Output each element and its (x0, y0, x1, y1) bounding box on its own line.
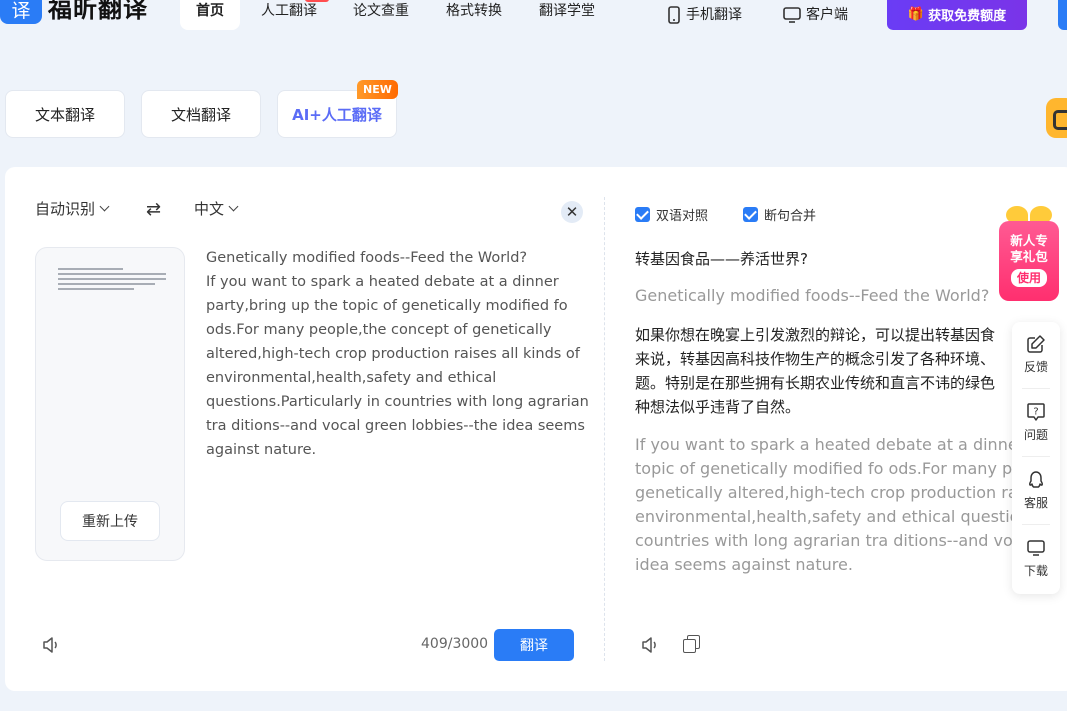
source-line: altered,high-tech crop production raises… (206, 346, 580, 362)
new-user-gift-widget[interactable]: 新人专 享礼包 使用 (999, 206, 1059, 301)
chevron-down-icon (99, 201, 110, 212)
new-badge: NEW (357, 80, 398, 99)
get-free-quota-button[interactable]: 🎁 获取免费额度 (887, 0, 1027, 30)
nav-home[interactable]: 首页 (180, 0, 240, 30)
feedback-button[interactable]: 反馈 (1012, 324, 1060, 384)
target-language-select[interactable]: 中文 (194, 198, 239, 219)
faq-button[interactable]: ? 问题 (1012, 392, 1060, 452)
output-line-en: environmental,health,safety and ethical … (635, 507, 1038, 526)
logo-text: 福昕翻译 (48, 0, 148, 23)
output-title-cn: 转基因食品——养活世界? (635, 250, 808, 268)
gift-body: 新人专 享礼包 使用 (999, 221, 1059, 301)
translation-panel: 自动识别 ⇄ 中文 ✕ 重新上传 Genetically modified fo… (5, 167, 1067, 691)
top-bar: 译 福昕翻译 首页 人工翻译 论文查重 格式转换 翻译学堂 手机翻译 客户端 🎁… (0, 0, 1067, 40)
nav-mobile-translation[interactable]: 手机翻译 (667, 0, 742, 30)
login-button[interactable] (1058, 0, 1067, 30)
nav-badge (305, 0, 329, 2)
question-icon: ? (1027, 402, 1045, 421)
svg-text:?: ? (1033, 406, 1038, 417)
output-line-cn: 种想法似乎违背了自然。 (635, 398, 801, 416)
monitor-icon (1027, 539, 1045, 556)
bilingual-checkbox[interactable]: 双语对照 (635, 205, 708, 224)
output-line-cn: 如果你想在晚宴上引发激烈的辩论，可以提出转基因食 (635, 326, 996, 344)
swap-languages-icon[interactable]: ⇄ (146, 199, 161, 220)
nav-plagiarism-check[interactable]: 论文查重 (353, 0, 409, 30)
logo-mark: 译 (0, 0, 42, 24)
nav-desktop-client[interactable]: 客户端 (783, 0, 848, 30)
source-line: against nature. (206, 442, 317, 458)
panel-divider (604, 197, 605, 661)
logo[interactable]: 译 福昕翻译 (0, 0, 148, 24)
side-widget-icon[interactable] (1046, 98, 1067, 138)
document-thumbnail (58, 268, 166, 292)
monitor-icon (783, 7, 801, 23)
gift-icon: 🎁 (907, 6, 925, 22)
download-button[interactable]: 下载 (1012, 528, 1060, 588)
source-line: questions.Particularly in countries with… (206, 394, 589, 410)
nav-format-convert[interactable]: 格式转换 (446, 0, 502, 30)
output-line-cn: 来说，转基因高科技作物生产的概念引发了各种环境、 (635, 350, 996, 368)
gift-use-button[interactable]: 使用 (1010, 269, 1047, 287)
checkbox-checked-icon (635, 207, 650, 222)
output-line-en: topic of genetically modified fo ods.For… (635, 459, 1032, 478)
speaker-icon[interactable] (640, 635, 660, 655)
speaker-icon[interactable] (41, 635, 61, 655)
reupload-button[interactable]: 重新上传 (60, 501, 160, 541)
close-icon[interactable]: ✕ (561, 201, 583, 223)
char-counter: 409/3000 (421, 636, 489, 652)
output-line-en: genetically altered,high-tech crop produ… (635, 483, 1031, 502)
tab-text-translation[interactable]: 文本翻译 (5, 90, 125, 138)
floating-toolbar: 反馈 ? 问题 客服 下载 (1012, 322, 1060, 594)
output-line-cn: 题。特别是在那些拥有长期农业传统和直言不讳的绿色 (635, 374, 996, 392)
source-line: Genetically modified foods--Feed the Wor… (206, 250, 528, 266)
customer-service-button[interactable]: 客服 (1012, 460, 1060, 520)
output-line-en: idea seems against nature. (635, 555, 853, 574)
merge-sentences-checkbox[interactable]: 断句合并 (743, 205, 816, 224)
output-line-en: If you want to spark a heated debate at … (635, 435, 1040, 454)
copy-icon[interactable] (683, 635, 700, 653)
chevron-down-icon (228, 201, 239, 212)
source-line: environmental,health,safety and ethical (206, 370, 497, 386)
source-line: tra ditions--and vocal green lobbies--th… (206, 418, 585, 434)
checkbox-checked-icon (743, 207, 758, 222)
nav-human-translation[interactable]: 人工翻译 (261, 0, 329, 30)
source-line: ods.For many people,the concept of genet… (206, 322, 552, 338)
source-text[interactable]: Genetically modified foods--Feed the Wor… (206, 246, 589, 462)
source-line: If you want to spark a heated debate at … (206, 274, 559, 290)
edit-icon (1027, 334, 1045, 353)
phone-icon (668, 6, 680, 24)
source-line: party,bring up the topic of genetically … (206, 298, 568, 314)
qq-icon (1029, 470, 1043, 488)
translate-button[interactable]: 翻译 (494, 629, 574, 661)
output-line-en: countries with long agrarian tra ditions… (635, 531, 1032, 550)
output-title-en: Genetically modified foods--Feed the Wor… (635, 286, 990, 305)
tab-document-translation[interactable]: 文档翻译 (141, 90, 261, 138)
source-language-select[interactable]: 自动识别 (35, 198, 110, 219)
nav-translation-school[interactable]: 翻译学堂 (539, 0, 595, 30)
uploaded-document-card: 重新上传 (35, 247, 185, 561)
